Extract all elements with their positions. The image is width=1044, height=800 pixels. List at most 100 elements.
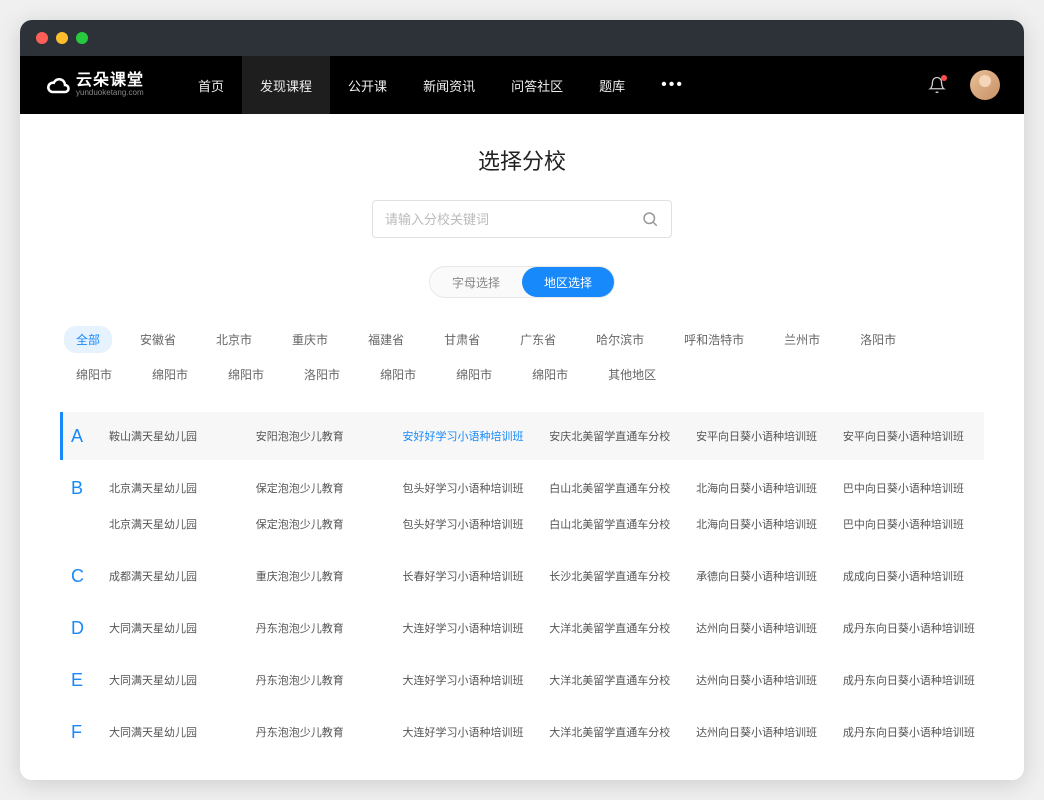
region-chip[interactable]: 其他地区	[596, 361, 668, 388]
window-close-button[interactable]	[36, 32, 48, 44]
school-item[interactable]: 丹东泡泡少儿教育	[250, 610, 397, 646]
school-item[interactable]: 重庆泡泡少儿教育	[250, 558, 397, 594]
toggle-group: 字母选择 地区选择	[429, 266, 615, 298]
school-item[interactable]: 安阳泡泡少儿教育	[250, 418, 397, 454]
school-item[interactable]: 成都满天星幼儿园	[103, 558, 250, 594]
school-item[interactable]: 大同满天星幼儿园	[103, 662, 250, 698]
school-item[interactable]: 安平向日葵小语种培训班	[837, 418, 984, 454]
school-item[interactable]: 大连好学习小语种培训班	[397, 714, 544, 750]
school-item[interactable]: 成成向日葵小语种培训班	[837, 558, 984, 594]
region-chip[interactable]: 绵阳市	[140, 361, 200, 388]
school-item[interactable]: 大洋北美留学直通车分校	[543, 610, 690, 646]
school-item[interactable]: 承德向日葵小语种培训班	[690, 558, 837, 594]
school-item[interactable]: 鞍山满天星幼儿园	[103, 418, 250, 454]
letter-section: D大同满天星幼儿园丹东泡泡少儿教育大连好学习小语种培训班大洋北美留学直通车分校达…	[60, 604, 984, 652]
school-list: 大同满天星幼儿园丹东泡泡少儿教育大连好学习小语种培训班大洋北美留学直通车分校达州…	[103, 708, 984, 756]
region-chip[interactable]: 福建省	[356, 326, 416, 353]
region-chip[interactable]: 哈尔滨市	[584, 326, 656, 353]
region-chip[interactable]: 重庆市	[280, 326, 340, 353]
school-item[interactable]: 北海向日葵小语种培训班	[690, 470, 837, 506]
region-chip[interactable]: 洛阳市	[848, 326, 908, 353]
region-chip[interactable]: 广东省	[508, 326, 568, 353]
nav-item[interactable]: 公开课	[330, 56, 405, 114]
nav-item[interactable]: 首页	[180, 56, 242, 114]
region-chip[interactable]: 绵阳市	[216, 361, 276, 388]
school-item[interactable]: 包头好学习小语种培训班	[397, 470, 544, 506]
school-item[interactable]: 大连好学习小语种培训班	[397, 610, 544, 646]
toggle-alpha[interactable]: 字母选择	[430, 267, 522, 297]
school-item[interactable]: 达州向日葵小语种培训班	[690, 610, 837, 646]
cloud-icon	[44, 71, 72, 99]
logo[interactable]: 云朵课堂 yunduoketang.com	[44, 71, 144, 99]
school-item[interactable]: 巴中向日葵小语种培训班	[837, 470, 984, 506]
school-item[interactable]: 大同满天星幼儿园	[103, 610, 250, 646]
titlebar	[20, 20, 1024, 56]
letter-section: F大同满天星幼儿园丹东泡泡少儿教育大连好学习小语种培训班大洋北美留学直通车分校达…	[60, 708, 984, 756]
nav-item[interactable]: 发现课程	[242, 56, 330, 114]
letter-label: A	[63, 412, 103, 460]
school-item[interactable]: 保定泡泡少儿教育	[250, 506, 397, 542]
school-item[interactable]: 保定泡泡少儿教育	[250, 470, 397, 506]
school-list: 大同满天星幼儿园丹东泡泡少儿教育大连好学习小语种培训班大洋北美留学直通车分校达州…	[103, 604, 984, 652]
letter-label: E	[63, 656, 103, 704]
school-item[interactable]: 达州向日葵小语种培训班	[690, 662, 837, 698]
school-list: 北京满天星幼儿园保定泡泡少儿教育包头好学习小语种培训班白山北美留学直通车分校北海…	[103, 464, 984, 548]
school-item[interactable]: 达州向日葵小语种培训班	[690, 714, 837, 750]
school-item[interactable]: 安庆北美留学直通车分校	[543, 418, 690, 454]
content-area: 选择分校 字母选择 地区选择 全部安徽省北京市重庆市福建省甘肃省广东省哈尔滨市呼…	[20, 114, 1024, 780]
school-item[interactable]: 安好好学习小语种培训班	[397, 418, 544, 454]
search-row	[60, 200, 984, 238]
school-item[interactable]: 北海向日葵小语种培训班	[690, 506, 837, 542]
window-minimize-button[interactable]	[56, 32, 68, 44]
search-box	[372, 200, 672, 238]
search-input[interactable]	[385, 212, 641, 227]
region-chip[interactable]: 绵阳市	[444, 361, 504, 388]
nav-item[interactable]: 题库	[581, 56, 643, 114]
school-item[interactable]: 长沙北美留学直通车分校	[543, 558, 690, 594]
school-item[interactable]: 白山北美留学直通车分校	[543, 470, 690, 506]
region-chip[interactable]: 全部	[64, 326, 112, 353]
region-chip[interactable]: 绵阳市	[64, 361, 124, 388]
school-item[interactable]: 大洋北美留学直通车分校	[543, 714, 690, 750]
region-chip[interactable]: 绵阳市	[368, 361, 428, 388]
school-list: 鞍山满天星幼儿园安阳泡泡少儿教育安好好学习小语种培训班安庆北美留学直通车分校安平…	[103, 412, 984, 460]
region-chip[interactable]: 甘肃省	[432, 326, 492, 353]
school-item[interactable]: 北京满天星幼儿园	[103, 506, 250, 542]
region-filter: 全部安徽省北京市重庆市福建省甘肃省广东省哈尔滨市呼和浩特市兰州市洛阳市绵阳市绵阳…	[60, 326, 984, 388]
school-item[interactable]: 巴中向日葵小语种培训班	[837, 506, 984, 542]
region-chip[interactable]: 呼和浩特市	[672, 326, 756, 353]
school-item[interactable]: 成丹东向日葵小语种培训班	[837, 662, 984, 698]
toggle-row: 字母选择 地区选择	[60, 266, 984, 298]
search-icon[interactable]	[641, 210, 659, 228]
school-item[interactable]: 白山北美留学直通车分校	[543, 506, 690, 542]
toggle-region[interactable]: 地区选择	[522, 267, 614, 297]
nav-more[interactable]: •••	[643, 76, 702, 94]
school-item[interactable]: 成丹东向日葵小语种培训班	[837, 714, 984, 750]
letter-section: A鞍山满天星幼儿园安阳泡泡少儿教育安好好学习小语种培训班安庆北美留学直通车分校安…	[60, 412, 984, 460]
nav-item[interactable]: 问答社区	[493, 56, 581, 114]
letter-section: C成都满天星幼儿园重庆泡泡少儿教育长春好学习小语种培训班长沙北美留学直通车分校承…	[60, 552, 984, 600]
school-item[interactable]: 丹东泡泡少儿教育	[250, 714, 397, 750]
school-item[interactable]: 北京满天星幼儿园	[103, 470, 250, 506]
school-item[interactable]: 包头好学习小语种培训班	[397, 506, 544, 542]
school-item[interactable]: 长春好学习小语种培训班	[397, 558, 544, 594]
region-chip[interactable]: 安徽省	[128, 326, 188, 353]
school-item[interactable]: 大连好学习小语种培训班	[397, 662, 544, 698]
school-item[interactable]: 安平向日葵小语种培训班	[690, 418, 837, 454]
nav-item[interactable]: 新闻资讯	[405, 56, 493, 114]
region-chip[interactable]: 绵阳市	[520, 361, 580, 388]
school-item[interactable]: 丹东泡泡少儿教育	[250, 662, 397, 698]
nav-items: 首页发现课程公开课新闻资讯问答社区题库	[180, 56, 643, 114]
window-maximize-button[interactable]	[76, 32, 88, 44]
region-chip[interactable]: 兰州市	[772, 326, 832, 353]
region-chip[interactable]: 洛阳市	[292, 361, 352, 388]
notification-bell[interactable]	[928, 76, 946, 94]
school-item[interactable]: 大洋北美留学直通车分校	[543, 662, 690, 698]
letter-label: F	[63, 708, 103, 756]
school-item[interactable]: 大同满天星幼儿园	[103, 714, 250, 750]
logo-subtext: yunduoketang.com	[76, 89, 144, 97]
region-chip[interactable]: 北京市	[204, 326, 264, 353]
avatar[interactable]	[970, 70, 1000, 100]
school-item[interactable]: 成丹东向日葵小语种培训班	[837, 610, 984, 646]
letter-section: E大同满天星幼儿园丹东泡泡少儿教育大连好学习小语种培训班大洋北美留学直通车分校达…	[60, 656, 984, 704]
